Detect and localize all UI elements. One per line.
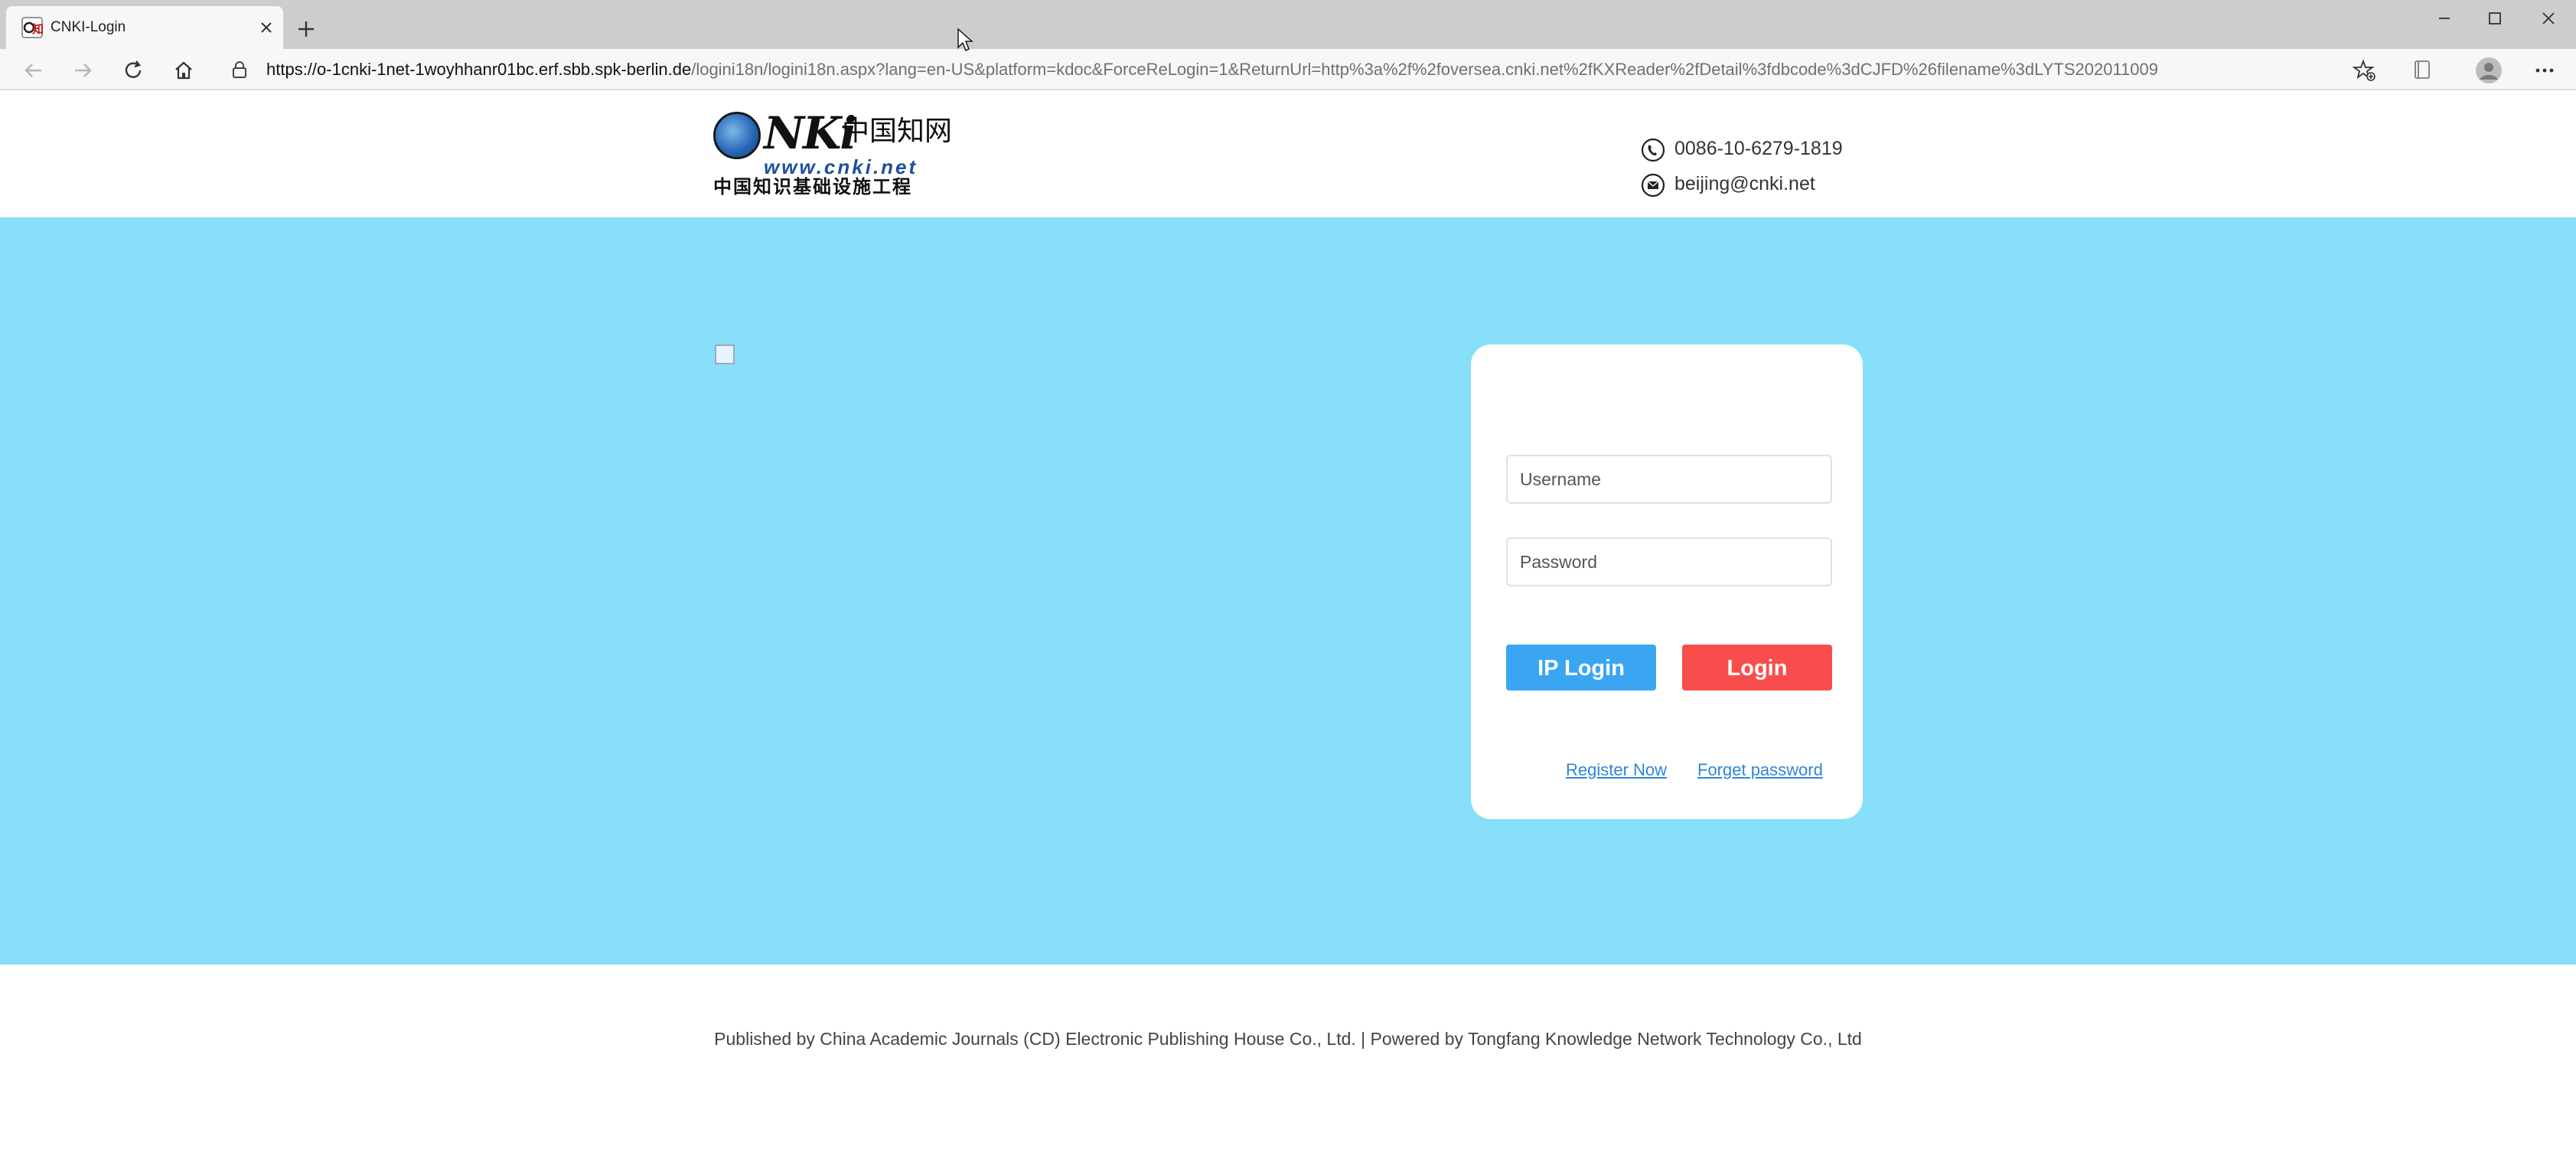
email-address: beijing@cnki.net: [1674, 173, 1815, 194]
reload-icon[interactable]: [118, 55, 148, 86]
mouse-cursor-icon: [957, 28, 973, 52]
username-input[interactable]: [1506, 455, 1832, 504]
footer-text: Published by China Academic Journals (CD…: [714, 1029, 1862, 1049]
close-tab-icon[interactable]: [256, 17, 277, 38]
site-header: NKi 中国知网 www.cnki.net 中国知识基础设施工程 0086-10…: [0, 90, 2576, 217]
url-text[interactable]: https://o-1cnki-1net-1woyhhanr01bc.erf.s…: [266, 59, 2158, 80]
logo-url: www.cnki.net: [764, 155, 918, 178]
logo-globe-icon: [713, 112, 761, 159]
hero-banner: IP Login Login Register Now Forget passw…: [0, 217, 2576, 965]
phone-number: 0086-10-6279-1819: [1674, 138, 1843, 159]
more-icon[interactable]: [2530, 57, 2559, 84]
login-button[interactable]: Login: [1682, 645, 1832, 691]
ip-login-button[interactable]: IP Login: [1506, 645, 1656, 691]
close-window-icon[interactable]: [2526, 5, 2571, 32]
login-card: IP Login Login Register Now Forget passw…: [1471, 344, 1863, 819]
register-link[interactable]: Register Now: [1566, 759, 1667, 781]
cnki-logo[interactable]: NKi 中国知网 www.cnki.net 中国知识基础设施工程: [713, 109, 953, 198]
email-row: beijing@cnki.net: [1638, 170, 1944, 198]
email-icon: [1641, 173, 1665, 198]
new-tab-icon[interactable]: [291, 15, 321, 43]
back-icon[interactable]: [18, 55, 49, 86]
url-host: https://o-1cnki-1net-1woyhhanr01bc.erf.s…: [266, 60, 692, 79]
broken-image-icon: [715, 344, 735, 364]
collections-icon[interactable]: [2409, 57, 2435, 83]
forward-icon[interactable]: [67, 55, 98, 86]
browser-toolbar: https://o-1cnki-1net-1woyhhanr01bc.erf.s…: [0, 49, 2576, 90]
browser-tab[interactable]: 知 CNKI-Login: [6, 6, 283, 49]
maximize-icon[interactable]: [2473, 5, 2517, 32]
address-bar[interactable]: https://o-1cnki-1net-1woyhhanr01bc.erf.s…: [219, 52, 2371, 87]
profile-icon[interactable]: [2475, 57, 2503, 84]
phone-row: 0086-10-6279-1819: [1638, 135, 1944, 162]
site-footer: Published by China Academic Journals (CD…: [0, 965, 2576, 1159]
logo-cn-title: 中国知网: [842, 116, 953, 147]
forget-password-link[interactable]: Forget password: [1697, 759, 1823, 781]
url-path: /logini18n/logini18n.aspx?lang=en-US&pla…: [691, 60, 2158, 79]
logo-cn-subtitle: 中国知识基础设施工程: [713, 177, 912, 198]
minimize-icon[interactable]: [2422, 5, 2467, 32]
add-favorite-icon[interactable]: [2353, 58, 2377, 83]
browser-title-bar: 知 CNKI-Login: [0, 0, 2576, 49]
svg-text:知: 知: [32, 22, 43, 36]
tab-title: CNKI-Login: [51, 19, 126, 35]
home-icon[interactable]: [168, 55, 199, 86]
lock-icon[interactable]: [230, 60, 249, 80]
phone-icon: [1641, 138, 1665, 162]
cnki-favicon-icon: 知: [21, 17, 43, 38]
password-input[interactable]: [1506, 537, 1832, 586]
